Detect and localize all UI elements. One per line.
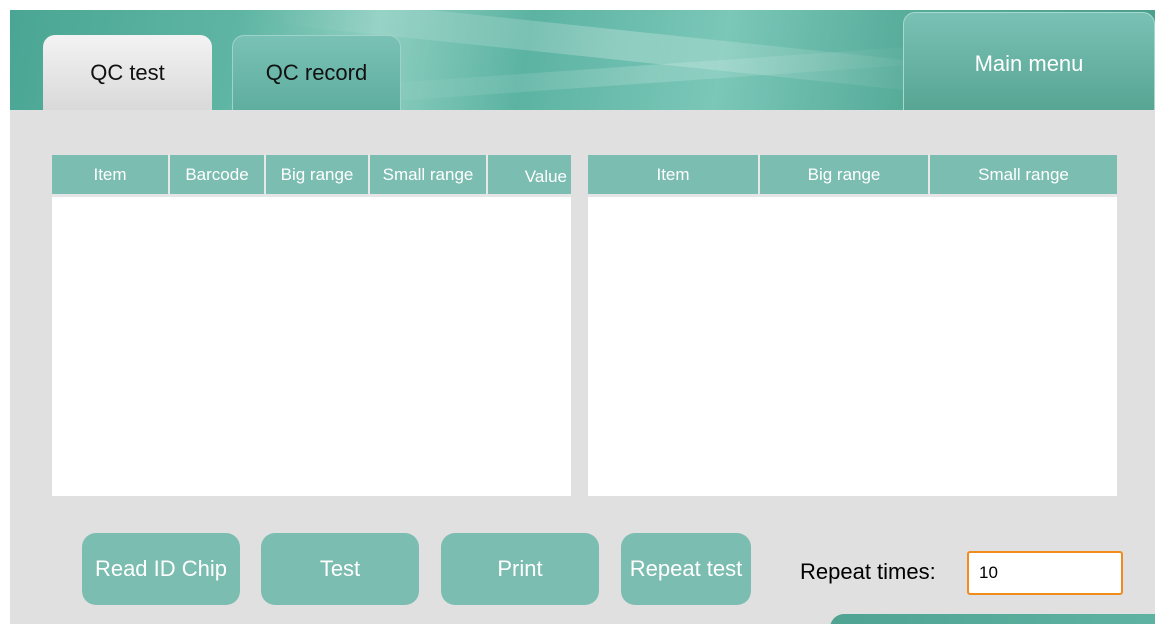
column-header-big-range[interactable]: Big range <box>266 155 370 194</box>
column-header-barcode[interactable]: Barcode <box>170 155 266 194</box>
table-header: Item Big range Small range <box>588 155 1117 197</box>
column-header-value[interactable]: Value <box>488 155 571 194</box>
main-menu-label: Main menu <box>974 51 1084 76</box>
table-body[interactable] <box>52 197 571 496</box>
column-header-small-range[interactable]: Small range <box>930 155 1117 194</box>
read-id-chip-button[interactable]: Read ID Chip <box>82 533 240 605</box>
tab-qc-record[interactable]: QC record <box>232 35 401 110</box>
tab-label: QC test <box>90 59 165 85</box>
table-body[interactable] <box>588 197 1117 496</box>
qc-test-table: Item Barcode Big range Small range Value <box>52 155 571 496</box>
repeat-times-label: Repeat times: <box>800 559 936 584</box>
column-header-big-range[interactable]: Big range <box>760 155 930 194</box>
column-header-item[interactable]: Item <box>588 155 760 194</box>
header-bar: QC test QC record Main menu <box>10 10 1155 110</box>
repeat-test-button[interactable]: Repeat test <box>621 533 751 605</box>
main-menu-button[interactable]: Main menu <box>903 12 1155 110</box>
column-header-small-range[interactable]: Small range <box>370 155 488 194</box>
footer-decoration <box>830 614 1155 624</box>
tab-label: QC record <box>265 60 368 85</box>
print-button[interactable]: Print <box>441 533 599 605</box>
table-header: Item Barcode Big range Small range Value <box>52 155 571 197</box>
column-header-item[interactable]: Item <box>52 155 170 194</box>
qc-range-table: Item Big range Small range <box>588 155 1117 496</box>
test-button[interactable]: Test <box>261 533 419 605</box>
repeat-times-input[interactable] <box>967 551 1123 595</box>
tab-qc-test[interactable]: QC test <box>43 35 212 110</box>
app-window: QC test QC record Main menu Item Barcode… <box>10 10 1155 624</box>
